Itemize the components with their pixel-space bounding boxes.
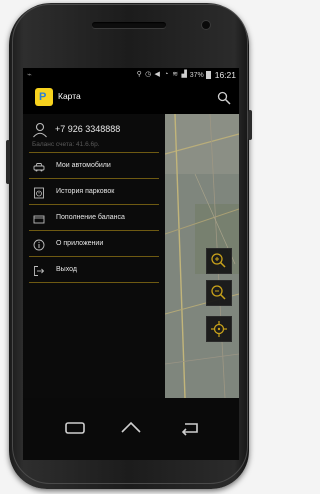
earpiece-speaker bbox=[92, 22, 166, 28]
home-button[interactable] bbox=[119, 418, 143, 438]
menu-item-my-cars[interactable]: Мои автомобили bbox=[23, 156, 165, 178]
page-title: Карта bbox=[58, 91, 81, 101]
menu-item-label: История парковок bbox=[56, 188, 115, 195]
my-location-button[interactable] bbox=[206, 316, 232, 342]
menu-item-logout[interactable]: Выход bbox=[23, 260, 165, 282]
zoom-out-icon bbox=[211, 285, 226, 300]
menu-item-label: Пополнение баланса bbox=[56, 214, 125, 221]
logout-icon bbox=[34, 266, 45, 276]
status-time: 16:21 bbox=[214, 70, 236, 80]
divider bbox=[29, 152, 159, 153]
divider bbox=[29, 204, 159, 205]
wifi-icon: ≋ bbox=[172, 71, 179, 78]
balance-text: Баланс счета: 41.6.6р. bbox=[32, 141, 100, 148]
divider bbox=[29, 282, 159, 283]
recent-apps-button[interactable] bbox=[63, 418, 87, 438]
history-icon bbox=[34, 187, 44, 199]
clock-icon: ◔ bbox=[164, 71, 169, 78]
screen: ⌁ ⚲ ◷ ◀ ◔ ≋ ▟ 37% 16:21 P Карта +7 926 3… bbox=[23, 68, 239, 398]
notification-icon: ⌁ bbox=[27, 70, 32, 79]
zoom-in-icon bbox=[211, 253, 226, 268]
signal-icon: ▟ bbox=[181, 71, 187, 78]
phone-number: +7 926 3348888 bbox=[55, 124, 121, 134]
front-camera bbox=[202, 21, 210, 29]
action-bar: P Карта bbox=[23, 82, 239, 114]
menu-item-label: Выход bbox=[56, 266, 77, 273]
menu-item-top-up-balance[interactable]: Пополнение баланса bbox=[23, 208, 165, 230]
power-button bbox=[248, 110, 252, 140]
status-icons: ⚲ ◷ ◀ ◔ ≋ ▟ 37% 16:21 bbox=[136, 70, 236, 80]
menu-item-about[interactable]: О приложении bbox=[23, 234, 165, 256]
back-button[interactable] bbox=[177, 418, 201, 438]
status-bar: ⌁ ⚲ ◷ ◀ ◔ ≋ ▟ 37% 16:21 bbox=[23, 68, 239, 82]
mute-icon: ◀ bbox=[154, 71, 160, 78]
battery-percent: 37% bbox=[189, 71, 204, 79]
divider bbox=[29, 178, 159, 179]
location-icon: ⚲ bbox=[136, 71, 142, 78]
crosshair-icon bbox=[211, 321, 227, 337]
car-icon bbox=[33, 163, 45, 172]
navigation-drawer: +7 926 3348888 Баланс счета: 41.6.6р. Мо… bbox=[23, 114, 165, 398]
volume-button bbox=[6, 140, 10, 184]
navigation-bar bbox=[23, 398, 239, 460]
user-icon bbox=[33, 122, 47, 138]
menu-item-parking-history[interactable]: История парковок bbox=[23, 182, 165, 204]
alarm-icon: ◷ bbox=[145, 71, 152, 78]
zoom-in-button[interactable] bbox=[206, 248, 232, 274]
menu-item-label: О приложении bbox=[56, 240, 104, 247]
menu-item-label: Мои автомобили bbox=[56, 162, 111, 169]
search-icon[interactable] bbox=[217, 91, 231, 105]
battery-icon bbox=[205, 71, 211, 79]
wallet-icon bbox=[33, 215, 45, 224]
info-icon bbox=[33, 239, 45, 251]
app-logo-icon[interactable]: P bbox=[35, 88, 53, 106]
zoom-out-button[interactable] bbox=[206, 280, 232, 306]
divider bbox=[29, 230, 159, 231]
divider bbox=[29, 256, 159, 257]
